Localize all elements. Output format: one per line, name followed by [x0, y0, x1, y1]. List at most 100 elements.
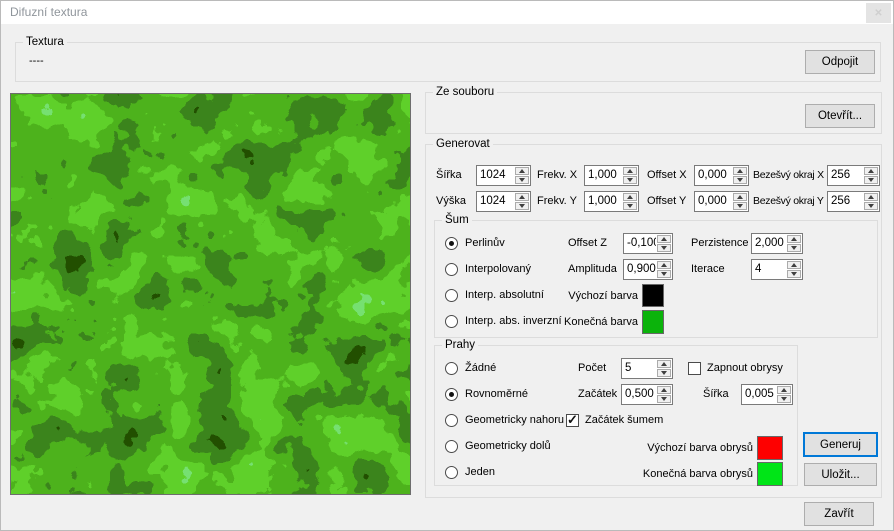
spin-up-button[interactable] — [657, 261, 671, 269]
pocet-spinner[interactable]: 5 — [621, 358, 673, 379]
sirka-label: Šířka — [436, 169, 462, 181]
radio-interp-absolutni[interactable]: Interp. absolutní — [445, 288, 544, 302]
spin-down-button[interactable] — [623, 202, 637, 210]
spin-down-button[interactable] — [777, 395, 791, 403]
vychozi-barva-label: Výchozí barva — [568, 290, 638, 302]
radio-jeden[interactable]: Jeden — [445, 465, 495, 479]
spin-up-button[interactable] — [657, 235, 671, 243]
spin-up-button[interactable] — [864, 193, 878, 201]
spin-up-button[interactable] — [657, 360, 671, 368]
spin-up-button[interactable] — [787, 235, 801, 243]
perzistence-value[interactable]: 2,000 — [752, 234, 786, 253]
generuj-button[interactable]: Generuj — [803, 432, 878, 457]
pocet-value[interactable]: 5 — [622, 359, 656, 378]
perzistence-spinner[interactable]: 2,000 — [751, 233, 803, 254]
radio-zadne[interactable]: Žádné — [445, 361, 496, 375]
spin-down-button[interactable] — [787, 270, 801, 278]
amplituda-value[interactable]: 0,900 — [624, 260, 656, 279]
vychozi-barva-obrysu-swatch[interactable] — [757, 436, 783, 460]
zacatek-spinner[interactable]: 0,500 — [621, 384, 673, 405]
radio-geometricky-dolu[interactable]: Geometricky dolů — [445, 439, 551, 453]
spin-up-button[interactable] — [657, 386, 671, 394]
spin-buttons — [732, 192, 748, 211]
offset-x-spinner[interactable]: 0,000 — [694, 165, 749, 186]
radio-circle — [445, 361, 458, 375]
spin-down-button[interactable] — [787, 244, 801, 252]
spin-down-button[interactable] — [864, 202, 878, 210]
spin-down-button[interactable] — [657, 395, 671, 403]
close-button[interactable]: ✕ — [866, 3, 891, 23]
frekv-x-value[interactable]: 1,000 — [585, 166, 622, 185]
spin-up-button[interactable] — [623, 193, 637, 201]
offset-y-value[interactable]: 0,000 — [695, 192, 732, 211]
spin-up-icon — [661, 263, 667, 267]
zacatek-sumem-checkbox[interactable]: Začátek šumem — [566, 412, 663, 428]
radio-perlinuv[interactable]: Perlinův — [445, 236, 505, 250]
radio-geometricky-nahoru[interactable]: Geometricky nahoru — [445, 413, 564, 427]
offset-z-spinner[interactable]: -0,100 — [623, 233, 673, 254]
sirka-spinner[interactable]: 1024 — [476, 165, 531, 186]
spin-down-icon — [868, 204, 874, 208]
spin-down-icon — [661, 272, 667, 276]
spin-down-button[interactable] — [657, 270, 671, 278]
frekv-y-value[interactable]: 1,000 — [585, 192, 622, 211]
spin-up-icon — [868, 169, 874, 173]
spin-up-icon — [791, 263, 797, 267]
checkbox-box — [688, 361, 701, 375]
sirka-prahu-spinner[interactable]: 0,005 — [741, 384, 793, 405]
konecna-barva-obrysu-swatch[interactable] — [757, 462, 783, 486]
otevrit-button[interactable]: Otevřít... — [805, 104, 875, 128]
texture-preview — [10, 93, 411, 495]
iterace-value[interactable]: 4 — [752, 260, 786, 279]
spin-up-button[interactable] — [777, 386, 791, 394]
sirka-prahu-value[interactable]: 0,005 — [742, 385, 776, 404]
spin-down-button[interactable] — [515, 176, 529, 184]
vychozi-barva-swatch[interactable] — [642, 284, 664, 307]
spin-down-icon — [627, 178, 633, 182]
bezesvy-okraj-x-spinner[interactable]: 256 — [827, 165, 880, 186]
spin-up-button[interactable] — [864, 167, 878, 175]
offset-x-value[interactable]: 0,000 — [695, 166, 732, 185]
frekv-y-spinner[interactable]: 1,000 — [584, 191, 639, 212]
spin-up-button[interactable] — [623, 167, 637, 175]
sirka-prahu-label: Šířka — [703, 388, 729, 400]
spin-down-button[interactable] — [733, 202, 747, 210]
bezesvy-okraj-y-spinner[interactable]: 256 — [827, 191, 880, 212]
odpojit-button[interactable]: Odpojit — [805, 50, 875, 74]
spin-buttons — [786, 260, 802, 279]
spin-down-button[interactable] — [515, 202, 529, 210]
zavrit-button[interactable]: Zavřít — [804, 502, 874, 526]
radio-interpolovany[interactable]: Interpolovaný — [445, 262, 531, 276]
spin-down-icon — [791, 272, 797, 276]
vyska-spinner[interactable]: 1024 — [476, 191, 531, 212]
zapnout-obrysy-checkbox[interactable]: Zapnout obrysy — [688, 361, 783, 375]
title-bar: Difuzní textura ✕ — [1, 1, 893, 24]
offset-z-value[interactable]: -0,100 — [624, 234, 656, 253]
amplituda-label: Amplituda — [568, 263, 617, 275]
spin-down-button[interactable] — [733, 176, 747, 184]
spin-up-button[interactable] — [733, 167, 747, 175]
spin-down-button[interactable] — [623, 176, 637, 184]
vyska-value[interactable]: 1024 — [477, 192, 514, 211]
spin-down-button[interactable] — [657, 244, 671, 252]
zacatek-value[interactable]: 0,500 — [622, 385, 656, 404]
spin-down-button[interactable] — [864, 176, 878, 184]
offset-y-spinner[interactable]: 0,000 — [694, 191, 749, 212]
ulozit-button[interactable]: Uložit... — [804, 463, 877, 486]
spin-down-button[interactable] — [657, 369, 671, 377]
difuzni-textura-dialog: Difuzní textura ✕ Textura ---- Odpojit Z… — [0, 0, 894, 531]
generovat-group-label: Generovat — [433, 137, 493, 151]
bezesvy-okraj-y-value[interactable]: 256 — [828, 192, 863, 211]
spin-up-button[interactable] — [515, 167, 529, 175]
bezesvy-okraj-x-value[interactable]: 256 — [828, 166, 863, 185]
sirka-value[interactable]: 1024 — [477, 166, 514, 185]
iterace-spinner[interactable]: 4 — [751, 259, 803, 280]
prahy-group-label: Prahy — [442, 338, 479, 352]
spin-up-button[interactable] — [787, 261, 801, 269]
radio-rovnomerne[interactable]: Rovnoměrné — [445, 387, 528, 401]
spin-up-button[interactable] — [515, 193, 529, 201]
spin-up-button[interactable] — [733, 193, 747, 201]
konecna-barva-swatch[interactable] — [642, 310, 664, 334]
frekv-x-spinner[interactable]: 1,000 — [584, 165, 639, 186]
amplituda-spinner[interactable]: 0,900 — [623, 259, 673, 280]
